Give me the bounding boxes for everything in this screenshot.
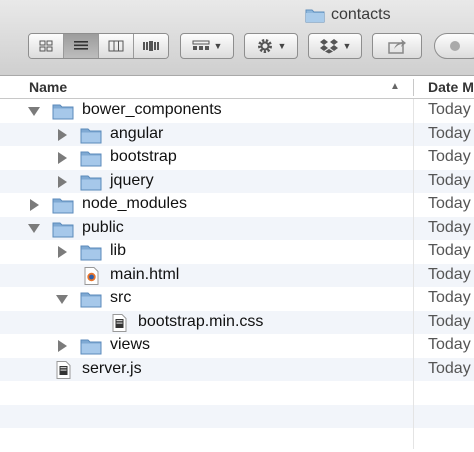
disclosure-closed-icon[interactable] xyxy=(56,340,68,352)
file-name: server.js xyxy=(82,359,142,377)
list-item[interactable]: bootstrap.min.css Today xyxy=(0,310,474,334)
list-item[interactable]: lib Today xyxy=(0,240,474,264)
coverflow-icon xyxy=(143,41,159,51)
empty-row xyxy=(0,428,474,452)
sort-ascending-icon: ▲ xyxy=(390,81,400,92)
folder-icon xyxy=(80,243,102,261)
arrange-button[interactable]: ▼ xyxy=(180,33,234,59)
date-modified: Today xyxy=(428,171,471,189)
folder-icon xyxy=(52,196,74,214)
folder-icon xyxy=(305,9,325,23)
list-item[interactable]: bootstrap Today xyxy=(0,146,474,170)
list-item[interactable]: server.js Today xyxy=(0,357,474,381)
folder-icon xyxy=(80,290,102,308)
disclosure-open-icon[interactable] xyxy=(56,293,68,305)
coverflow-view-button[interactable] xyxy=(134,34,168,58)
document-icon xyxy=(52,360,74,379)
column-view-button[interactable] xyxy=(99,34,134,58)
date-column-divider xyxy=(413,99,414,449)
dropbox-button[interactable]: ▼ xyxy=(308,33,362,59)
chevron-down-icon: ▼ xyxy=(277,41,287,51)
arrange-icon xyxy=(192,40,210,50)
column-header: Name ▲ Date M xyxy=(0,76,474,99)
file-name: bootstrap xyxy=(110,148,177,165)
date-modified: Today xyxy=(428,101,471,118)
list-icon xyxy=(74,41,88,50)
file-name: main.html xyxy=(110,265,180,283)
window-title-area: contacts xyxy=(305,4,391,26)
document-icon xyxy=(108,313,130,332)
file-name: src xyxy=(110,289,132,306)
icon-view-button[interactable] xyxy=(29,34,64,58)
folder-icon xyxy=(80,337,102,355)
share-button[interactable] xyxy=(372,33,422,59)
gear-icon xyxy=(257,39,272,53)
disclosure-closed-icon[interactable] xyxy=(56,246,68,258)
folder-icon xyxy=(52,102,74,120)
date-modified: Today xyxy=(428,312,471,330)
date-modified: Today xyxy=(428,195,471,212)
share-icon xyxy=(388,39,406,54)
columns-icon xyxy=(108,40,124,52)
date-modified: Today xyxy=(428,265,471,283)
list-item[interactable]: jquery Today xyxy=(0,169,474,193)
toggle-icon xyxy=(450,41,460,51)
folder-icon xyxy=(80,149,102,167)
list-view-button[interactable] xyxy=(64,34,99,58)
tag-toggle-button[interactable] xyxy=(434,33,474,59)
disclosure-closed-icon[interactable] xyxy=(56,175,68,188)
date-modified: Today xyxy=(428,336,471,353)
date-modified: Today xyxy=(428,242,471,259)
file-name: bootstrap.min.css xyxy=(138,312,264,330)
window-title: contacts xyxy=(331,6,391,23)
date-modified: Today xyxy=(428,124,471,142)
list-item[interactable]: main.html Today xyxy=(0,263,474,287)
file-name: bower_components xyxy=(82,101,222,118)
folder-icon xyxy=(80,173,102,191)
date-modified-column-header[interactable]: Date M xyxy=(428,79,474,95)
disclosure-open-icon[interactable] xyxy=(28,105,40,117)
finder-toolbar: contacts ▼ ▼ ▼ xyxy=(0,0,474,76)
date-modified: Today xyxy=(428,218,471,236)
chevron-down-icon: ▼ xyxy=(342,41,352,51)
file-name: node_modules xyxy=(82,195,187,212)
name-column-header[interactable]: Name xyxy=(29,79,67,95)
date-modified: Today xyxy=(428,148,471,165)
empty-row xyxy=(0,381,474,405)
folder-icon xyxy=(80,126,102,144)
file-name: lib xyxy=(110,242,127,259)
list-item[interactable]: views Today xyxy=(0,334,474,358)
list-item[interactable]: angular Today xyxy=(0,122,474,146)
file-name: views xyxy=(110,336,151,353)
grid-icon xyxy=(39,40,53,52)
list-item[interactable]: node_modules Today xyxy=(0,193,474,217)
list-item[interactable]: src Today xyxy=(0,287,474,311)
date-modified: Today xyxy=(428,359,471,377)
file-name: public xyxy=(82,218,124,236)
view-switcher[interactable] xyxy=(28,33,169,59)
file-name: angular xyxy=(110,124,164,142)
date-modified: Today xyxy=(428,289,471,306)
list-item[interactable]: public Today xyxy=(0,216,474,240)
disclosure-closed-icon[interactable] xyxy=(28,199,40,211)
html-file-icon xyxy=(80,266,102,285)
dropbox-icon xyxy=(319,39,338,54)
disclosure-open-icon[interactable] xyxy=(28,223,40,235)
folder-icon xyxy=(52,220,74,238)
disclosure-closed-icon[interactable] xyxy=(56,152,68,164)
action-button[interactable]: ▼ xyxy=(244,33,298,59)
empty-row xyxy=(0,404,474,428)
disclosure-closed-icon[interactable] xyxy=(56,128,68,141)
file-name: jquery xyxy=(110,171,154,189)
column-divider[interactable] xyxy=(413,79,414,96)
list-item[interactable]: bower_components Today xyxy=(0,99,474,123)
chevron-down-icon: ▼ xyxy=(213,41,223,51)
